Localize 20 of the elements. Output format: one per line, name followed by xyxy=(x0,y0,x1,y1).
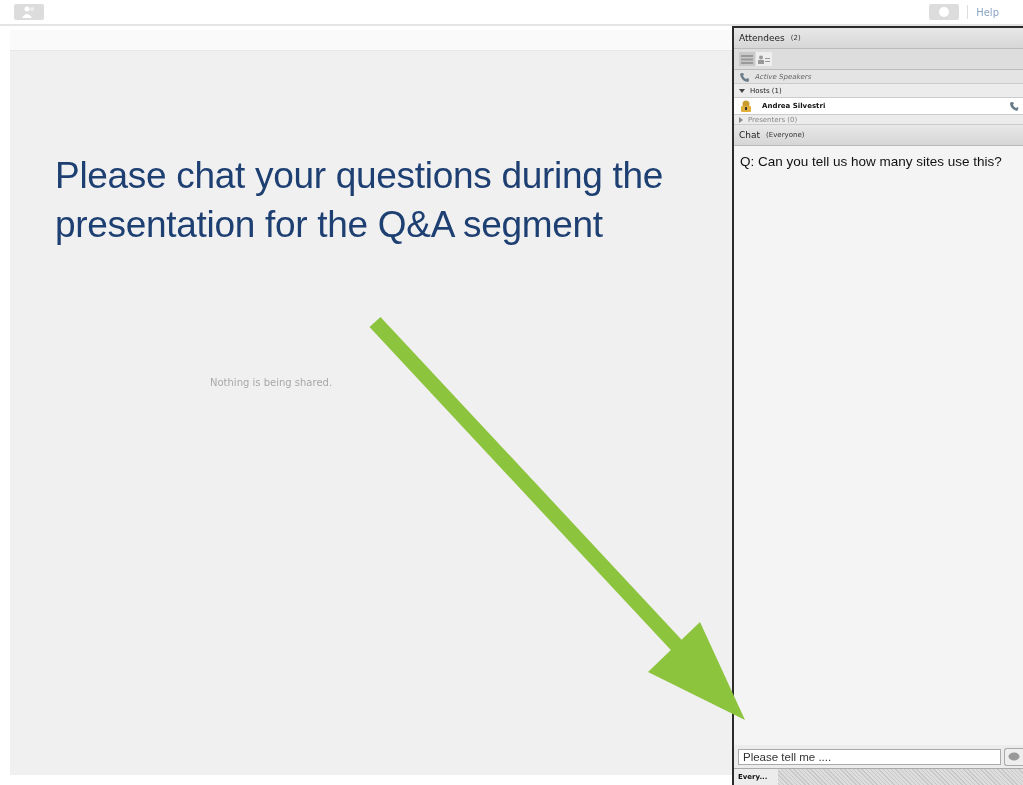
pod-title: Chat xyxy=(739,130,761,140)
view-toggle[interactable] xyxy=(756,52,772,66)
pod-title: Attendees xyxy=(739,33,785,43)
host-badge-icon xyxy=(740,100,752,112)
send-button[interactable] xyxy=(1004,748,1023,766)
list-icon xyxy=(741,54,753,64)
chat-message: Q: Can you tell us how many sites use this? xyxy=(740,154,1003,169)
speech-bubble-icon xyxy=(1008,752,1020,762)
view-toggle[interactable] xyxy=(739,52,755,66)
info-icon xyxy=(939,7,950,17)
overlay-message: Please chat your questions during the presentation for the Q&A segment xyxy=(55,154,665,247)
chat-input[interactable]: Please tell me .... xyxy=(738,749,1001,765)
caret-icon xyxy=(739,88,745,93)
phone-icon xyxy=(739,71,751,82)
info-button[interactable] xyxy=(929,4,960,20)
person-icon xyxy=(758,54,770,64)
share-status: Nothing is being shared. xyxy=(210,377,334,388)
people-icon xyxy=(21,6,37,18)
phone-icon xyxy=(1009,101,1019,111)
attendee-menu-button[interactable] xyxy=(14,4,44,20)
